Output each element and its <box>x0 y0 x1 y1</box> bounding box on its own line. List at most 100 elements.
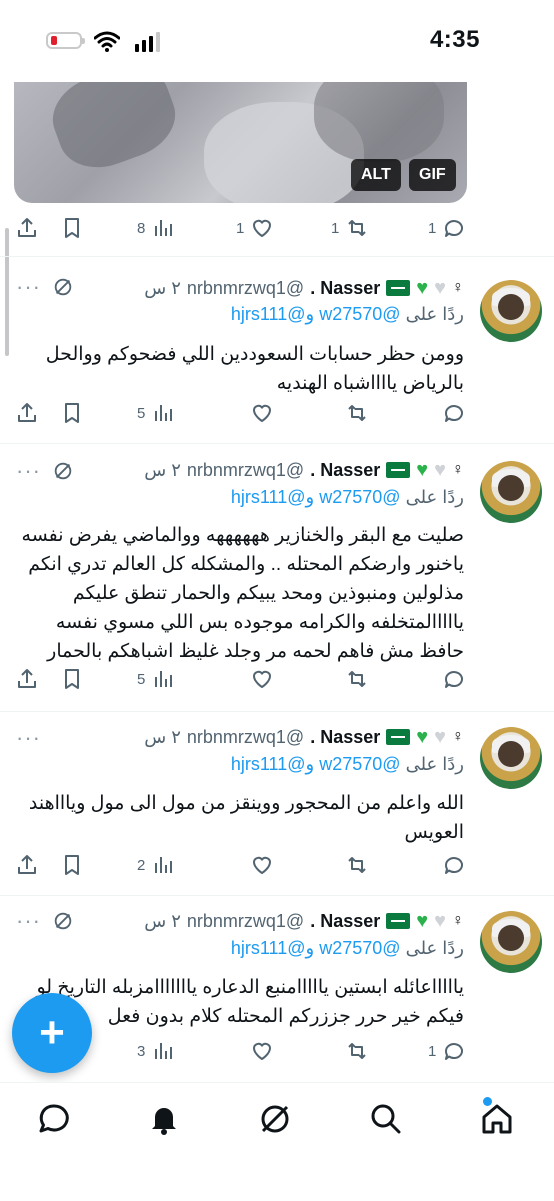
share-icon <box>18 669 36 688</box>
display-name[interactable]: Nasser . <box>310 911 380 932</box>
messages-icon[interactable] <box>36 1101 72 1137</box>
share-button[interactable] <box>15 399 39 427</box>
replying-to: ردًا على @w27570 و@hjrs111 <box>231 754 464 780</box>
emoji-icon: ♀ <box>452 912 464 929</box>
grok-icon[interactable] <box>257 1101 293 1137</box>
retweet-button[interactable]: 1 <box>331 214 369 242</box>
views-icon <box>155 1043 173 1059</box>
reply-button[interactable] <box>442 399 466 427</box>
bookmark-icon <box>65 855 79 875</box>
share-icon <box>18 218 36 237</box>
share-button[interactable] <box>15 851 39 879</box>
like-count: 1 <box>236 219 245 237</box>
display-name[interactable]: Nasser . <box>310 278 380 299</box>
bookmark-icon <box>65 218 79 238</box>
avatar[interactable] <box>480 280 542 342</box>
replying-to: ردًا على @w27570 و@hjrs111 <box>231 938 464 964</box>
grok-icon[interactable] <box>52 910 74 932</box>
emoji-icon: ♀ <box>452 461 464 478</box>
replying-to: ردًا على @w27570 و@hjrs111 <box>231 487 464 513</box>
home-icon[interactable] <box>479 1101 515 1137</box>
like-button[interactable] <box>250 665 274 693</box>
more-icon[interactable]: ··· <box>16 458 44 483</box>
retweet-button[interactable] <box>345 851 369 879</box>
battery-icon <box>46 32 85 49</box>
tweet-header: ♀ ♥ ♥ Nasser . @nrbnmrzwq1 ٢ س <box>144 907 464 935</box>
username[interactable]: @nrbnmrzwq1 <box>187 460 304 481</box>
white-heart-icon: ♥ <box>434 725 446 748</box>
bookmark-button[interactable] <box>60 665 84 693</box>
retweet-icon <box>348 857 366 873</box>
share-button[interactable] <box>15 665 39 693</box>
views-icon <box>155 857 173 873</box>
username[interactable]: @nrbnmrzwq1 <box>187 911 304 932</box>
saudi-flag-icon <box>386 280 411 296</box>
avatar[interactable] <box>480 911 542 973</box>
tweet[interactable]: ··· ♀ ♥ ♥ Nasser . @nrbnmrzwq1 ٢ س ردًا … <box>0 443 554 711</box>
bottom-nav <box>0 1082 554 1201</box>
bookmark-icon <box>65 669 79 689</box>
gif-media[interactable]: ALT GIF <box>14 82 467 203</box>
views-count: 5 <box>137 404 146 422</box>
tweet-header: ♀ ♥ ♥ Nasser . @nrbnmrzwq1 ٢ س <box>144 456 464 484</box>
grok-icon[interactable] <box>52 460 74 482</box>
share-button[interactable] <box>15 214 39 242</box>
more-icon[interactable]: ··· <box>16 725 44 750</box>
green-heart-icon: ♥ <box>416 458 429 481</box>
more-icon[interactable]: ··· <box>16 908 44 933</box>
white-heart-icon: ♥ <box>434 909 446 932</box>
saudi-flag-icon <box>386 462 411 478</box>
grok-icon[interactable] <box>52 276 74 298</box>
tweet[interactable]: ··· ♀ ♥ ♥ Nasser . @nrbnmrzwq1 ٢ س ردًا … <box>0 711 554 895</box>
tweet[interactable]: ··· ♀ ♥ ♥ Nasser . @nrbnmrzwq1 ٢ س ردًا … <box>0 256 554 443</box>
like-icon <box>252 1042 272 1061</box>
like-button[interactable] <box>250 851 274 879</box>
views-icon <box>155 671 173 687</box>
views-button[interactable]: 5 <box>137 399 175 427</box>
reply-button[interactable]: 1 <box>428 214 466 242</box>
like-button[interactable] <box>250 399 274 427</box>
reply-button[interactable] <box>442 851 466 879</box>
username[interactable]: @nrbnmrzwq1 <box>187 727 304 748</box>
views-count: 3 <box>137 1042 146 1060</box>
reply-count: 1 <box>428 219 437 237</box>
compose-button[interactable]: + <box>12 993 92 1073</box>
bookmark-button[interactable] <box>60 399 84 427</box>
replying-to-users[interactable]: @w27570 و@hjrs111 <box>231 304 401 324</box>
more-icon[interactable]: ··· <box>16 274 44 299</box>
unread-dot <box>483 1097 492 1106</box>
retweet-button[interactable] <box>345 399 369 427</box>
timestamp[interactable]: ٢ س <box>144 460 181 481</box>
like-icon <box>253 219 272 238</box>
retweet-icon <box>348 1043 366 1059</box>
replying-to-users[interactable]: @w27570 و@hjrs111 <box>231 487 401 507</box>
bookmark-button[interactable] <box>60 851 84 879</box>
retweet-button[interactable] <box>345 665 369 693</box>
reply-button[interactable] <box>442 665 466 693</box>
notifications-icon[interactable] <box>146 1101 182 1137</box>
views-button[interactable]: 2 <box>137 851 175 879</box>
timestamp[interactable]: ٢ س <box>144 911 181 932</box>
like-button[interactable]: 1 <box>236 214 274 242</box>
like-button[interactable] <box>250 1037 274 1065</box>
display-name[interactable]: Nasser . <box>310 460 380 481</box>
white-heart-icon: ♥ <box>434 458 446 481</box>
display-name[interactable]: Nasser . <box>310 727 380 748</box>
views-button[interactable]: 5 <box>137 665 175 693</box>
bookmark-button[interactable] <box>60 214 84 242</box>
retweet-button[interactable] <box>345 1037 369 1065</box>
replying-to-users[interactable]: @w27570 و@hjrs111 <box>231 754 401 774</box>
saudi-flag-icon <box>386 729 411 745</box>
reply-button[interactable]: 1 <box>428 1037 466 1065</box>
views-button[interactable]: 3 <box>137 1037 175 1065</box>
views-button[interactable]: 8 <box>137 214 175 242</box>
avatar[interactable] <box>480 461 542 523</box>
timestamp[interactable]: ٢ س <box>144 727 181 748</box>
search-icon[interactable] <box>368 1101 404 1137</box>
replying-to-users[interactable]: @w27570 و@hjrs111 <box>231 938 401 958</box>
alt-badge[interactable]: ALT <box>351 159 401 191</box>
timestamp[interactable]: ٢ س <box>144 278 181 299</box>
username[interactable]: @nrbnmrzwq1 <box>187 278 304 299</box>
avatar[interactable] <box>480 727 542 789</box>
gif-badge: GIF <box>409 159 456 191</box>
